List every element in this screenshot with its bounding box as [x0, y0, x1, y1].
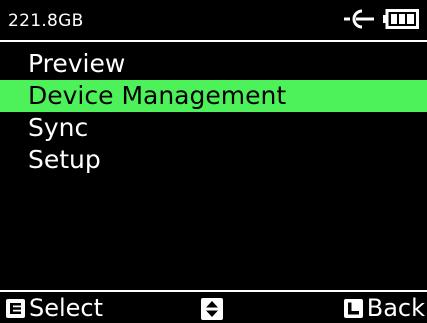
device-screen: 221.8GB Preview Device Management Sync S… [0, 0, 427, 323]
back-softkey-label: Back [366, 294, 425, 322]
key-e-icon [6, 298, 25, 318]
menu-item-sync[interactable]: Sync [0, 112, 427, 144]
storage-free-label: 221.8GB [8, 11, 84, 31]
softkey-bar: Select Back [0, 292, 427, 323]
battery-full-icon [383, 9, 419, 29]
select-softkey[interactable]: Select [6, 294, 103, 322]
status-bar: 221.8GB [0, 0, 427, 38]
menu-item-setup[interactable]: Setup [0, 144, 427, 176]
status-divider [0, 40, 427, 42]
up-down-arrows-icon[interactable] [201, 298, 223, 320]
menu-item-preview[interactable]: Preview [0, 48, 427, 80]
main-menu: Preview Device Management Sync Setup [0, 48, 427, 176]
back-softkey[interactable]: Back [343, 294, 425, 322]
menu-item-device-management[interactable]: Device Management [0, 80, 427, 112]
key-l-icon [343, 298, 363, 318]
connector-plug-icon [344, 9, 374, 29]
select-softkey-label: Select [29, 294, 104, 322]
status-icons [344, 7, 419, 31]
